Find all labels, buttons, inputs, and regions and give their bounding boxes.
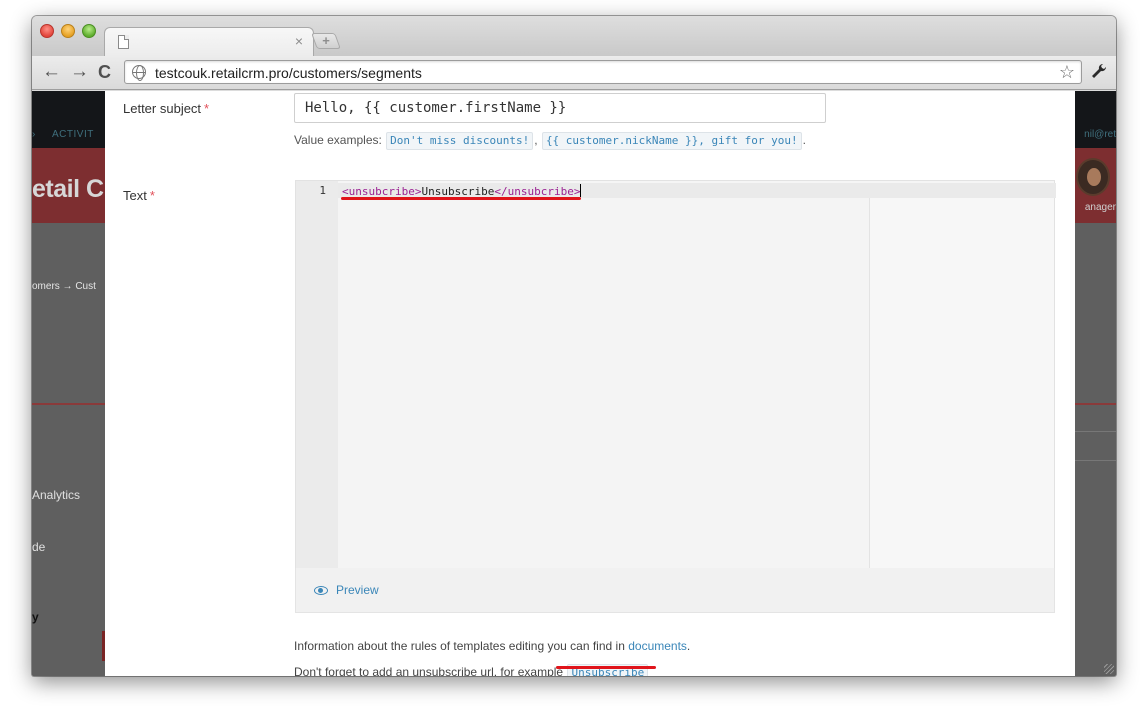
examples-end: . [802, 133, 806, 147]
preview-bar: Preview [295, 568, 1055, 613]
minimize-window-button[interactable] [61, 24, 75, 38]
tab-close-icon[interactable]: × [295, 33, 303, 49]
new-tab-button[interactable]: + [311, 33, 341, 49]
required-mark: * [204, 101, 210, 116]
background-divider-right [1075, 403, 1116, 405]
annotation-underline-code [341, 197, 581, 200]
line-number-gutter [296, 181, 338, 569]
annotation-underline-unsubscribe [556, 666, 656, 669]
example-chip[interactable]: Don't miss discounts! [386, 132, 534, 150]
reload-button[interactable]: C [98, 61, 111, 83]
background-user-role: anager [1084, 202, 1116, 213]
example-chip[interactable]: {{ customer.nickName }}, gift for you! [541, 132, 802, 150]
template-editor-modal: Letter subject * Hello, {{ customer.first… [105, 91, 1075, 676]
background-y-label: y [32, 610, 39, 624]
background-analytics-label: Analytics [32, 488, 81, 502]
examples-separator: , [534, 133, 538, 147]
unsubscribe-hint-text: Don't forget to add an unsubscribe url, … [294, 665, 564, 676]
info-end: . [686, 639, 691, 653]
code-editor[interactable]: 1 <unsubcribe>Unsubscribe</unsubcribe> [295, 180, 1056, 569]
letter-subject-label: Letter subject * [123, 101, 209, 117]
letter-subject-input[interactable]: Hello, {{ customer.firstName }} [294, 93, 826, 123]
preview-link[interactable]: Preview [336, 583, 379, 597]
template-rules-text: Information about the rules of templates… [294, 639, 625, 653]
wrench-icon[interactable] [1090, 62, 1108, 82]
avatar [1076, 158, 1110, 196]
text-cursor [580, 184, 582, 197]
tab-strip: × + [32, 16, 1116, 57]
code-right-panel [869, 198, 1054, 569]
browser-window: × + ← → C testcouk.retailcrm.pro/custome… [32, 16, 1116, 676]
breadcrumb: omers → Cust [32, 281, 96, 292]
value-examples: Value examples: Don't miss discounts!, {… [294, 132, 806, 150]
required-mark: * [149, 188, 155, 203]
url-text[interactable]: testcouk.retailcrm.pro/customers/segment… [155, 64, 422, 82]
back-button[interactable]: ← [42, 61, 61, 83]
plus-icon: + [322, 33, 330, 48]
page-viewport: › ACTIVIT nil@ret etail C anager omers →… [32, 91, 1116, 676]
line-number: 1 [319, 184, 326, 197]
page-icon [118, 35, 129, 49]
text-label-text: Text [123, 188, 147, 203]
letter-subject-text: Letter subject [123, 101, 202, 116]
code-area[interactable] [338, 198, 869, 569]
close-window-button[interactable] [40, 24, 54, 38]
resize-grip-icon[interactable] [1104, 664, 1114, 674]
background-de-label: de [32, 540, 46, 554]
documents-link[interactable]: documents [628, 639, 687, 653]
address-bar[interactable]: testcouk.retailcrm.pro/customers/segment… [124, 60, 1082, 84]
eye-icon[interactable] [314, 586, 328, 595]
globe-icon [132, 65, 146, 81]
value-examples-prefix: Value examples: [294, 133, 382, 147]
background-email: nil@ret [1084, 129, 1116, 140]
browser-toolbar: ← → C testcouk.retailcrm.pro/customers/s… [32, 56, 1116, 90]
background-caret: › [32, 129, 36, 140]
template-rules-info: Information about the rules of templates… [294, 638, 690, 654]
background-field-right [1075, 431, 1116, 461]
bookmark-star-icon[interactable]: ☆ [1059, 61, 1075, 83]
forward-button[interactable]: → [70, 61, 89, 83]
background-logo: etail C [32, 175, 104, 203]
zoom-window-button[interactable] [82, 24, 96, 38]
text-label: Text * [123, 188, 155, 204]
background-activity-link: ACTIVIT [52, 129, 94, 140]
browser-tab[interactable]: × [104, 27, 314, 57]
